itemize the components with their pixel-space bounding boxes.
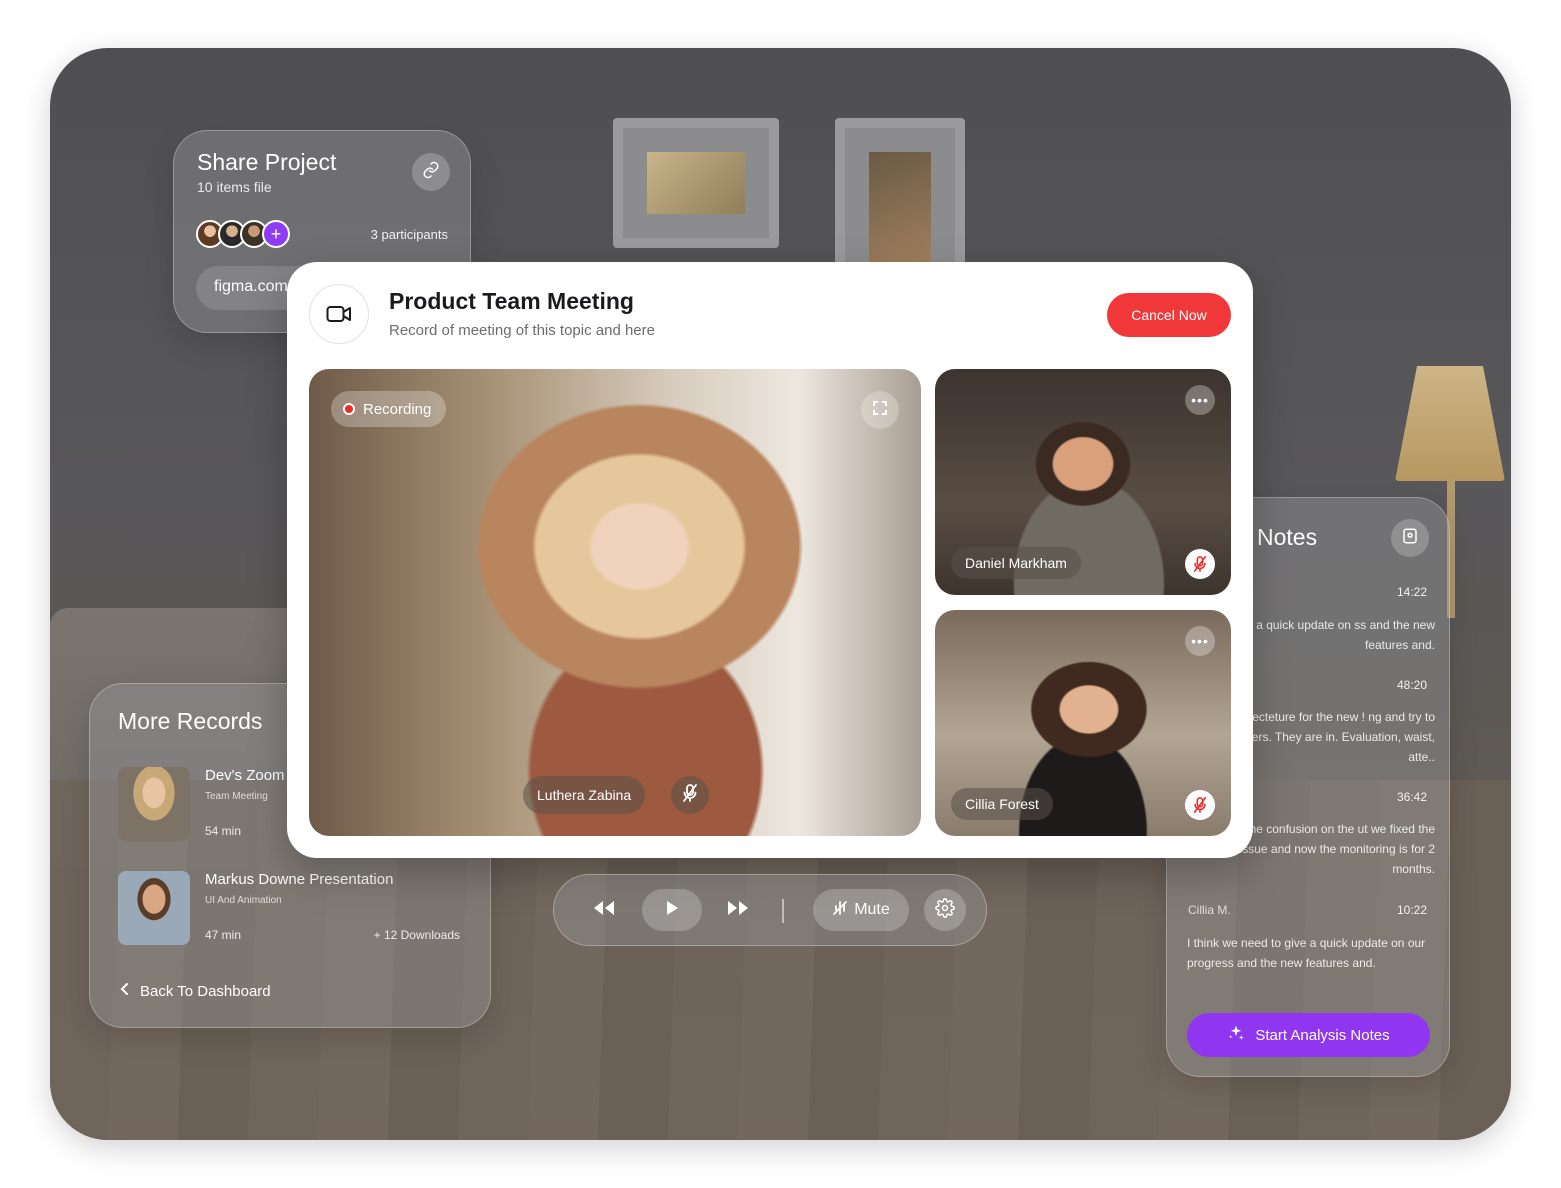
participants-count: 3 participants <box>370 227 448 242</box>
participant-name: Daniel Markham <box>951 547 1081 579</box>
settings-button[interactable] <box>924 889 966 931</box>
meeting-card: Product Team Meeting Record of meeting o… <box>287 262 1253 858</box>
note-text: I think we need to give a quick update o… <box>1187 936 1426 970</box>
play-icon <box>666 900 678 920</box>
participant-name: Cillia Forest <box>951 788 1053 820</box>
record-category: UI And Animation <box>205 895 282 906</box>
record-item[interactable]: Markus Downe Presentation UI And Animati… <box>118 871 468 947</box>
back-label: Back To Dashboard <box>140 982 271 1000</box>
recording-indicator[interactable]: Recording <box>331 391 447 427</box>
gear-icon <box>935 897 955 923</box>
record-duration: 54 min <box>205 824 242 838</box>
wall-frame <box>613 118 779 248</box>
play-button[interactable] <box>642 889 702 931</box>
record-category: Team Meeting <box>205 791 268 802</box>
rewind-button[interactable] <box>584 889 624 931</box>
start-analysis-notes-button[interactable]: Start Analysis Notes <box>1187 1013 1430 1057</box>
note-time: 48:20 <box>1396 678 1427 692</box>
record-name: Markus Downe Presentation <box>205 871 394 888</box>
microphone-off-icon[interactable] <box>1185 790 1215 820</box>
link-icon <box>422 161 440 184</box>
expand-icon <box>873 400 887 420</box>
chevron-left-icon <box>120 982 130 1000</box>
mute-label: Mute <box>854 901 890 918</box>
participant-video[interactable]: ••• Cillia Forest <box>935 610 1231 836</box>
note-author: Cillia M. <box>1188 903 1231 917</box>
share-subtitle: 10 items file <box>197 179 272 195</box>
mute-button[interactable]: Mute <box>813 889 909 931</box>
record-thumbnail <box>118 871 190 945</box>
fast-forward-button[interactable] <box>718 889 758 931</box>
more-icon[interactable]: ••• <box>1185 385 1215 415</box>
sparkle-icon <box>1227 1024 1245 1046</box>
notes-title: Notes <box>1257 524 1318 550</box>
microphone-off-icon[interactable] <box>1185 549 1215 579</box>
mic-button[interactable] <box>671 776 709 814</box>
playback-controls: Mute <box>553 874 987 946</box>
participant-avatars: + <box>196 220 290 248</box>
lamp <box>1395 366 1505 481</box>
note-button[interactable] <box>1391 519 1429 557</box>
rewind-icon <box>593 900 615 920</box>
record-thumbnail <box>118 767 190 841</box>
note-time: 10:22 <box>1396 903 1427 917</box>
records-title: More Records <box>118 708 263 734</box>
analysis-label: Start Analysis Notes <box>1255 1026 1390 1044</box>
microphone-icon <box>683 783 697 807</box>
recording-dot-icon <box>343 403 355 415</box>
cancel-now-button[interactable]: Cancel Now <box>1107 293 1231 337</box>
main-speaker-video[interactable]: Recording Luthera Zabina <box>309 369 921 836</box>
record-duration: 47 min <box>205 928 242 942</box>
more-icon[interactable]: ••• <box>1185 626 1215 656</box>
video-camera-icon <box>309 284 369 344</box>
add-participant-button[interactable]: + <box>262 220 290 248</box>
record-downloads: + 12 Downloads <box>373 928 460 942</box>
meeting-title: Product Team Meeting <box>389 288 634 314</box>
meeting-subtitle: Record of meeting of this topic and here <box>389 322 655 339</box>
recording-label: Recording <box>363 400 432 418</box>
record-name: Dev's Zoom <box>205 767 285 784</box>
note-icon <box>1401 527 1419 550</box>
expand-button[interactable] <box>861 391 899 429</box>
participant-video[interactable]: ••• Daniel Markham <box>935 369 1231 595</box>
mute-icon <box>832 900 848 921</box>
divider <box>782 899 784 923</box>
note-time: 36:42 <box>1396 790 1427 804</box>
back-to-dashboard-link[interactable]: Back To Dashboard <box>120 982 271 1000</box>
copy-link-button[interactable] <box>412 153 450 191</box>
share-title: Share Project <box>197 149 337 175</box>
note-time: 14:22 <box>1396 585 1427 599</box>
fast-forward-icon <box>727 900 749 920</box>
speaker-name: Luthera Zabina <box>523 776 646 814</box>
